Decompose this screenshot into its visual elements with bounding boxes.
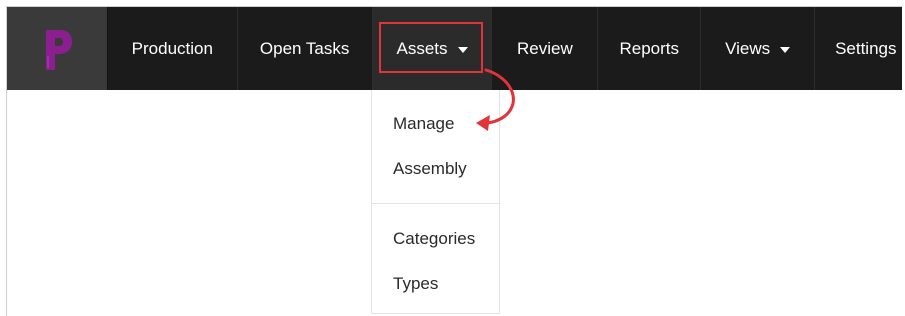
dropdown-divider bbox=[372, 203, 499, 204]
nav-open-tasks[interactable]: Open Tasks bbox=[238, 7, 373, 90]
nav-review[interactable]: Review bbox=[492, 7, 599, 90]
top-navbar: Production Open Tasks Assets Review Repo… bbox=[7, 7, 902, 90]
dropdown-item-manage[interactable]: Manage bbox=[393, 114, 454, 134]
nav-reports[interactable]: Reports bbox=[598, 7, 702, 90]
nav-open-tasks-label: Open Tasks bbox=[259, 38, 350, 58]
nav-assets-label: Assets bbox=[396, 38, 448, 58]
chevron-down-icon bbox=[780, 46, 791, 53]
logo-cell[interactable] bbox=[7, 7, 108, 90]
nav-reports-label: Reports bbox=[619, 38, 680, 58]
nav-production-label: Production bbox=[131, 38, 213, 58]
nav-production[interactable]: Production bbox=[108, 7, 238, 90]
p-logo-icon bbox=[45, 29, 72, 70]
chevron-down-icon bbox=[457, 46, 468, 53]
assets-dropdown-menu: Manage Assembly Categories Types bbox=[371, 90, 500, 314]
nav-settings-label: Settings bbox=[835, 38, 897, 58]
nav-settings[interactable]: Settings bbox=[815, 7, 902, 90]
dropdown-item-assembly[interactable]: Assembly bbox=[393, 159, 467, 179]
nav-review-label: Review bbox=[517, 38, 573, 58]
nav-assets[interactable]: Assets bbox=[372, 7, 493, 90]
nav-views[interactable]: Views bbox=[701, 7, 816, 90]
nav-views-label: Views bbox=[725, 38, 771, 58]
dropdown-item-categories[interactable]: Categories bbox=[393, 229, 475, 249]
dropdown-item-types[interactable]: Types bbox=[393, 274, 438, 294]
